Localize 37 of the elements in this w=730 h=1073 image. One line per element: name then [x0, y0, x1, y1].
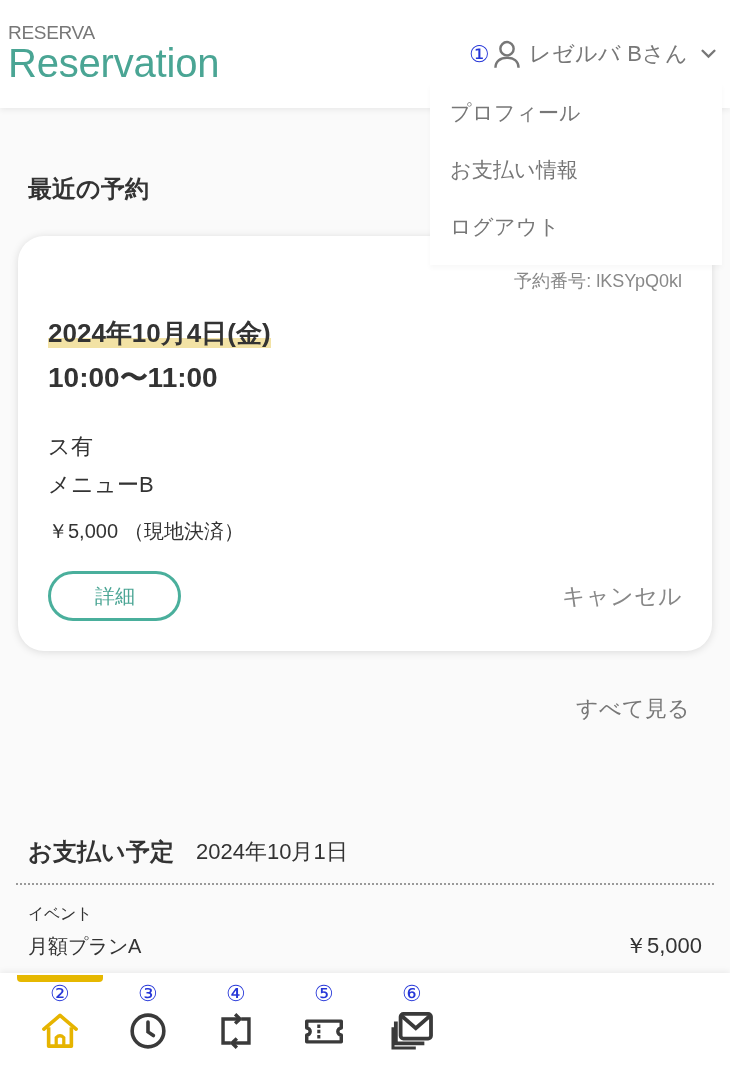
nav-tab[interactable] [391, 1010, 433, 1052]
section-title: 最近の予約 [28, 174, 149, 204]
user-menu-button[interactable]: レゼルバ Bさん [494, 39, 716, 69]
reservation-detail: メニューB [48, 471, 154, 499]
reservation-time: 10:00〜11:00 [48, 361, 218, 395]
annotation-marker: ② [50, 982, 70, 1006]
clock-icon [130, 1013, 166, 1049]
payment-name: 月額プランA [28, 934, 142, 959]
nav-tab[interactable] [220, 1010, 252, 1052]
swap-arrows-icon [220, 1012, 252, 1050]
annotation-marker: ④ [226, 982, 246, 1006]
menu-item[interactable]: お支払い情報 [450, 141, 578, 198]
mail-stack-icon [391, 1012, 433, 1050]
view-all-link[interactable]: すべて見る [576, 695, 690, 723]
logo-title: Reservation [8, 43, 220, 83]
annotation-marker: ③ [138, 982, 158, 1006]
cancel-link[interactable]: キャンセル [562, 580, 682, 612]
reservation-date: 2024年10月4日(金) [48, 318, 271, 348]
payment-category: イベント [28, 904, 92, 924]
reservation-number: 予約番号: lKSYpQ0kl [514, 270, 682, 292]
annotation-marker: ⑥ [402, 982, 422, 1006]
logo-subtitle: RESERVA [8, 23, 95, 43]
annotation-marker: ① [469, 41, 491, 67]
section-title: お支払い予定 [28, 837, 174, 867]
reservation-price: ￥5,000 （現地決済） [48, 519, 244, 544]
annotation-marker: ⑤ [314, 982, 334, 1006]
detail-button[interactable]: 詳細 [48, 571, 181, 621]
payment-amount: ￥5,000 [624, 932, 702, 960]
payment-date: 2024年10月1日 [196, 838, 348, 866]
nav-tab[interactable] [130, 1010, 166, 1052]
menu-item[interactable]: ログアウト [450, 198, 560, 255]
reservation-detail: ス有 [48, 433, 93, 461]
chevron-down-icon [701, 49, 716, 59]
menu-item[interactable]: プロフィール [450, 84, 581, 141]
user-icon [494, 39, 521, 69]
ticket-icon [305, 1018, 343, 1044]
home-icon [42, 1013, 78, 1049]
